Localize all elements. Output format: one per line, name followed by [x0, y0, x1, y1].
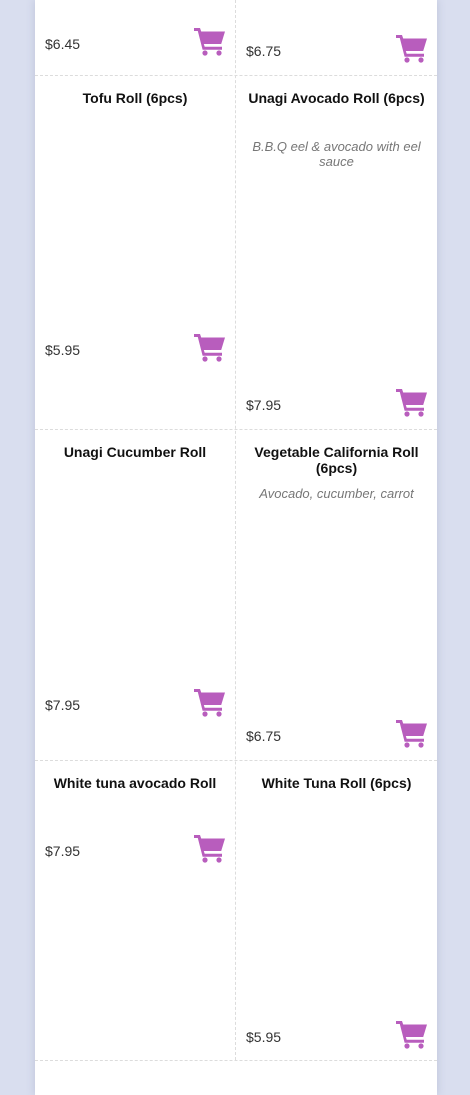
shopping-cart-icon [193, 332, 227, 362]
shopping-cart-icon [395, 1019, 429, 1049]
shopping-cart-icon [193, 26, 227, 56]
add-to-cart-button[interactable] [395, 387, 429, 417]
menu-item-card[interactable]: Vegetable California Roll (6pcs) Avocado… [236, 430, 437, 760]
menu-item-card[interactable]: Unagi Cucumber Roll $7.95 [35, 430, 235, 760]
menu-item-card[interactable]: White tuna avocado Roll $7.95 [35, 761, 235, 1060]
add-to-cart-button[interactable] [193, 26, 227, 56]
item-name: Unagi Avocado Roll (6pcs) [248, 90, 425, 106]
item-name: White Tuna Roll (6pcs) [261, 775, 412, 791]
menu-item-card[interactable]: Unagi Avocado Roll (6pcs) B.B.Q eel & av… [236, 76, 437, 429]
item-price: $6.75 [246, 728, 282, 744]
shopping-cart-icon [395, 718, 429, 748]
item-price: $5.95 [246, 1029, 282, 1045]
menu-item-card[interactable]: White Tuna Roll (6pcs) $5.95 [236, 761, 437, 1060]
add-to-cart-button[interactable] [193, 687, 227, 717]
row-divider [35, 1060, 437, 1061]
item-price: $6.75 [246, 43, 282, 59]
shopping-cart-icon [193, 687, 227, 717]
item-name: Unagi Cucumber Roll [63, 444, 207, 460]
item-price: $7.95 [45, 697, 81, 713]
item-description: Avocado, cucumber, carrot [259, 486, 414, 501]
item-name: Vegetable California Roll (6pcs) [254, 444, 419, 476]
menu-item-card[interactable]: $6.45 [35, 0, 235, 75]
add-to-cart-button[interactable] [395, 1019, 429, 1049]
menu-item-card[interactable]: Tofu Roll (6pcs) $5.95 [35, 76, 235, 429]
shopping-cart-icon [395, 387, 429, 417]
shopping-cart-icon [395, 33, 429, 63]
add-to-cart-button[interactable] [193, 332, 227, 362]
item-price: $7.95 [246, 397, 282, 413]
item-name: White tuna avocado Roll [53, 775, 217, 791]
add-to-cart-button[interactable] [193, 833, 227, 863]
shopping-cart-icon [193, 833, 227, 863]
item-price: $6.45 [45, 36, 81, 52]
menu-item-card[interactable]: $6.75 [236, 0, 437, 75]
add-to-cart-button[interactable] [395, 33, 429, 63]
add-to-cart-button[interactable] [395, 718, 429, 748]
item-description: B.B.Q eel & avocado with eel sauce [252, 139, 421, 169]
item-price: $7.95 [45, 843, 81, 859]
item-name: Tofu Roll (6pcs) [82, 90, 188, 106]
menu-grid: $6.45 $6.75 Tofu Roll (6pcs) $5.95 Unagi… [35, 0, 437, 1095]
item-price: $5.95 [45, 342, 81, 358]
